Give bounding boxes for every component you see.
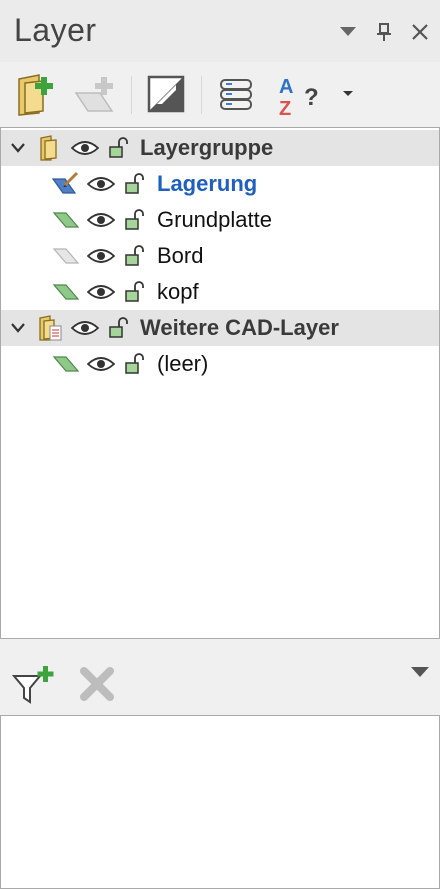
- close-icon: [412, 24, 428, 40]
- lock-open-icon[interactable]: [105, 310, 133, 346]
- sort-az-help-icon: A Z ?: [279, 76, 319, 117]
- expand-chevron-icon[interactable]: [7, 130, 29, 166]
- tree-row-label: Bord: [157, 243, 204, 268]
- tree-row-label: Weitere CAD-Layer: [140, 315, 339, 340]
- lock-open-icon[interactable]: [121, 346, 149, 382]
- tree-row-label: Layergruppe: [140, 135, 274, 160]
- folder-doc-icon: [35, 310, 65, 346]
- lock-open-icon[interactable]: [121, 238, 149, 274]
- remove-filter-button[interactable]: [72, 658, 122, 710]
- tree-group-row[interactable]: Layergruppe: [1, 130, 439, 166]
- triangle-down-icon: [411, 667, 429, 677]
- tree-layer-row[interactable]: Bord: [1, 238, 439, 274]
- toolbar-separator: [201, 76, 202, 114]
- pin-button[interactable]: [370, 18, 398, 46]
- database-icon: [220, 79, 252, 110]
- lock-open-icon[interactable]: [121, 202, 149, 238]
- visibility-eye-icon[interactable]: [85, 346, 117, 382]
- lock-open-icon[interactable]: [121, 166, 149, 202]
- tree-layer-row[interactable]: kopf: [1, 274, 439, 310]
- layer-green-icon: [49, 346, 83, 382]
- tree-layer-row[interactable]: Lagerung: [1, 166, 439, 202]
- sort-button[interactable]: A Z ?: [270, 68, 326, 120]
- visibility-eye-icon[interactable]: [85, 166, 117, 202]
- layer-plus-icon: [74, 77, 114, 112]
- sort-help-mark: ?: [304, 84, 319, 111]
- folder-icon: [35, 130, 63, 166]
- panel-titlebar: Layer: [0, 0, 440, 62]
- folder-plus-icon: [18, 74, 53, 116]
- delete-icon: [80, 667, 114, 701]
- visibility-eye-icon[interactable]: [85, 274, 117, 310]
- tree-row-label: kopf: [157, 279, 199, 304]
- panel-title: Layer: [14, 12, 97, 48]
- tree-row-label: Lagerung: [157, 171, 258, 196]
- toolbar-separator: [131, 76, 132, 114]
- filter-toolbar: [0, 640, 440, 714]
- layer-tree[interactable]: Layergruppe Lagerung Grundplatte Bord ko…: [0, 127, 440, 639]
- sort-a-letter: A: [279, 76, 293, 98]
- filter-list[interactable]: [0, 715, 440, 889]
- layer-green-icon: [49, 202, 83, 238]
- filter-plus-icon: [11, 666, 54, 704]
- layer-list-button[interactable]: [212, 68, 260, 120]
- layer-empty-icon: [49, 238, 83, 274]
- panel-menu-button[interactable]: [334, 18, 362, 46]
- new-layer-group-button[interactable]: [10, 68, 58, 120]
- layer-properties-button[interactable]: [142, 68, 190, 120]
- new-layer-button[interactable]: [70, 68, 118, 120]
- pin-icon: [377, 23, 391, 41]
- lock-open-icon[interactable]: [105, 130, 133, 166]
- triangle-down-icon: [343, 91, 353, 96]
- layer-toolbar: A Z ?: [0, 62, 440, 126]
- triangle-down-icon: [340, 27, 356, 36]
- filter-options-button[interactable]: [402, 646, 438, 698]
- visibility-eye-icon[interactable]: [69, 310, 101, 346]
- svg-text:Z: Z: [279, 98, 291, 117]
- add-filter-button[interactable]: [8, 658, 58, 710]
- tree-row-label: (leer): [157, 351, 209, 376]
- close-button[interactable]: [406, 18, 434, 46]
- contrast-icon: [147, 75, 185, 113]
- tree-layer-row[interactable]: (leer): [1, 346, 439, 382]
- visibility-eye-icon[interactable]: [69, 130, 101, 166]
- layer-edit-icon: [49, 166, 83, 202]
- lock-open-icon[interactable]: [121, 274, 149, 310]
- tree-row-label: Grundplatte: [157, 207, 272, 232]
- tree-layer-row[interactable]: Grundplatte: [1, 202, 439, 238]
- tree-group-row[interactable]: Weitere CAD-Layer: [1, 310, 439, 346]
- expand-chevron-icon[interactable]: [7, 310, 29, 346]
- layer-green-icon: [49, 274, 83, 310]
- visibility-eye-icon[interactable]: [85, 238, 117, 274]
- visibility-eye-icon[interactable]: [85, 202, 117, 238]
- toolbar-overflow-button[interactable]: [336, 68, 360, 120]
